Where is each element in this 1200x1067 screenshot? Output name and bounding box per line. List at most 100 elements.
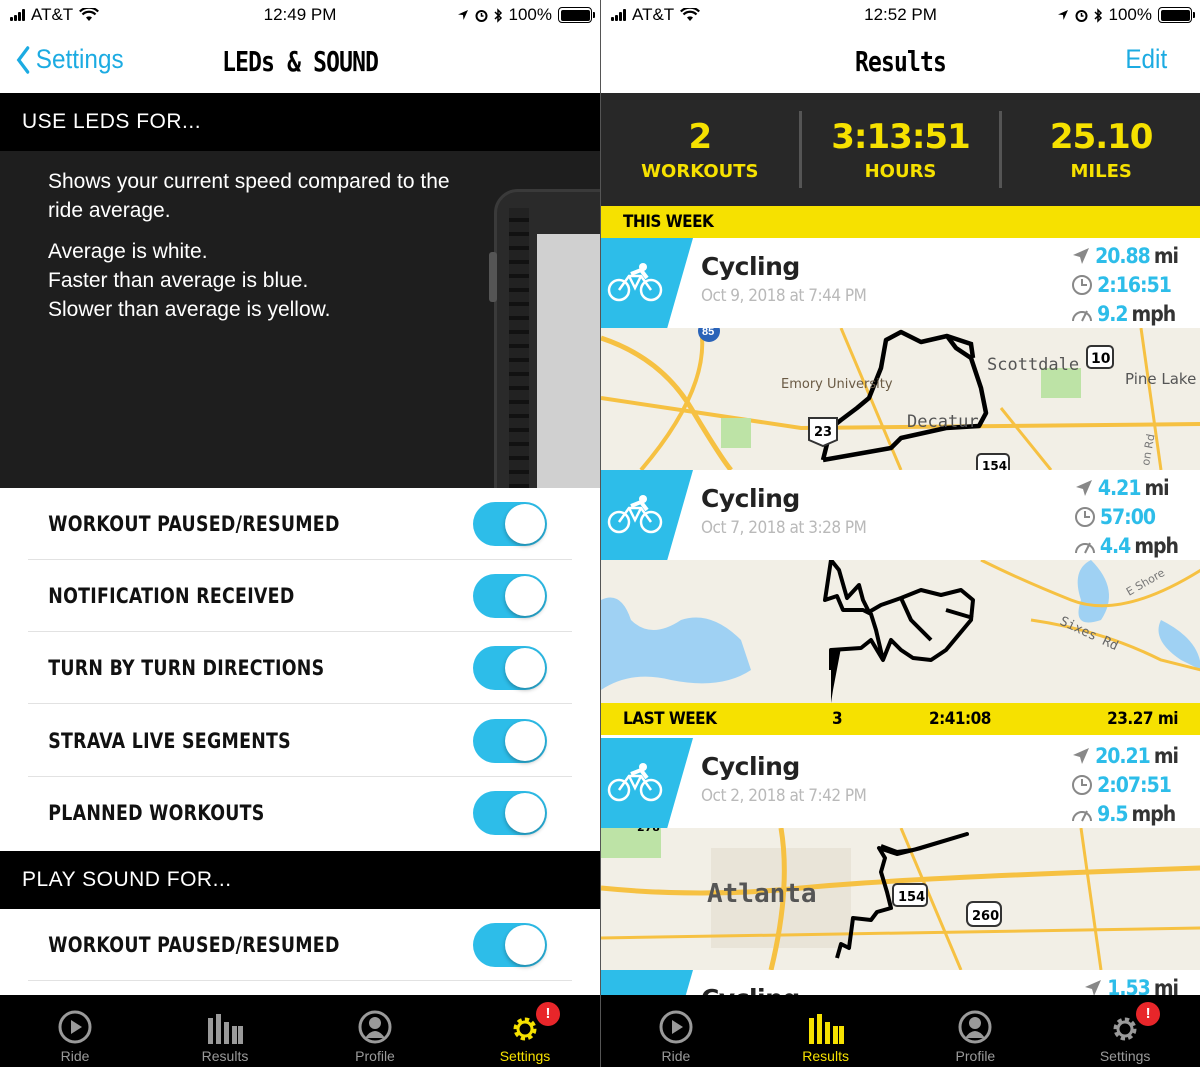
strava-live-toggle[interactable] xyxy=(473,718,547,763)
toggle-label: TURN BY TURN DIRECTIONS xyxy=(48,655,325,680)
distance-arrow-icon xyxy=(1073,247,1090,264)
edit-button[interactable]: Edit xyxy=(1126,44,1168,75)
week-label: LAST WEEK xyxy=(623,709,717,729)
wifi-icon xyxy=(680,8,701,21)
tab-ride[interactable]: Ride xyxy=(601,995,751,1067)
tab-results[interactable]: Results xyxy=(751,995,901,1067)
last-week-header: LAST WEEK 3 2:41:08 23.27 mi xyxy=(601,703,1200,735)
play-circle-icon xyxy=(58,1010,92,1044)
page-title: LEDs & SOUND xyxy=(221,45,379,78)
device-illustration xyxy=(489,189,600,488)
led-description: Shows your current speed compared to the… xyxy=(48,167,468,324)
notification-toggle[interactable] xyxy=(473,573,547,618)
clock-icon xyxy=(1072,774,1093,795)
use-leds-header: USE LEDS FOR... xyxy=(0,93,600,151)
workout-stats: 4.21 mi 57:00 4.4 mph xyxy=(1074,474,1179,559)
route-map[interactable]: 85 Emory University Scottdale 10 Pine La… xyxy=(601,328,1200,470)
tab-settings[interactable]: ! Settings xyxy=(1050,995,1200,1067)
route-map[interactable]: E Shore Sixes Rd xyxy=(601,560,1200,703)
tab-label: Settings xyxy=(499,1048,551,1064)
signal-icon xyxy=(10,9,25,21)
stat-duration: 2:16:51 xyxy=(1097,272,1172,297)
map-label: Atlanta xyxy=(707,879,817,909)
summary-value: 3:13:51 xyxy=(831,117,970,157)
tab-profile[interactable]: Profile xyxy=(901,995,1051,1067)
map-label: on Rd xyxy=(1139,433,1157,467)
gear-icon xyxy=(1113,1017,1137,1041)
play-sound-header: PLAY SOUND FOR... xyxy=(0,851,600,909)
led-description-panel: Shows your current speed compared to the… xyxy=(0,151,600,488)
battery-percent: 100% xyxy=(1108,5,1152,24)
stat-distance: 20.21 xyxy=(1095,743,1151,768)
stat-duration: 57:00 xyxy=(1099,504,1156,529)
results-screen: AT&T 12:52 PM 100% Results Edit 2 WORKOU… xyxy=(600,0,1200,1067)
back-label: Settings xyxy=(35,44,124,74)
workout-row[interactable]: Cycling Oct 9, 2018 at 7:44 PM 20.88 mi 2… xyxy=(601,238,1200,328)
workout-row[interactable]: Cycling Oct 7, 2018 at 3:28 PM 4.21 mi 57… xyxy=(601,470,1200,560)
tab-label: Profile xyxy=(355,1048,395,1064)
route-map[interactable]: Atlanta 154 260 278 xyxy=(601,828,1200,970)
map-label: 154 xyxy=(982,459,1007,470)
tab-profile[interactable]: Profile xyxy=(300,995,450,1067)
stat-distance: 4.21 xyxy=(1097,475,1142,500)
workout-date: Oct 7, 2018 at 3:28 PM xyxy=(701,518,867,538)
summary-label: MILES xyxy=(1070,161,1132,182)
status-bar: AT&T 12:49 PM 100% xyxy=(0,0,600,30)
map-label: 85 xyxy=(702,328,714,338)
battery-icon xyxy=(1158,7,1195,23)
summary-value: 25.10 xyxy=(1049,117,1154,157)
summary-value: 2 xyxy=(688,117,713,157)
bicycle-icon xyxy=(607,763,663,802)
workout-row[interactable]: Cycling 1.53mi xyxy=(601,970,1200,997)
stat-unit: mi xyxy=(1153,743,1179,768)
bar-chart-icon xyxy=(208,1014,243,1044)
workout-paused-toggle[interactable] xyxy=(473,501,547,546)
page-title: Results xyxy=(854,45,947,78)
bar-chart-icon xyxy=(808,1014,844,1044)
tab-bar: Ride Results Profile ! Settings xyxy=(601,995,1200,1067)
stat-unit: mi xyxy=(1153,975,1179,998)
profile-icon xyxy=(358,1010,392,1044)
map-label: E Shore xyxy=(1124,566,1167,598)
stat-duration: 2:07:51 xyxy=(1097,772,1172,797)
notification-badge: ! xyxy=(536,1002,560,1026)
carrier-label: AT&T xyxy=(632,5,675,24)
stat-unit: mph xyxy=(1131,301,1177,326)
tab-bar: Ride Results Profile ! Settings xyxy=(0,995,600,1067)
summary-workouts: 2 WORKOUTS xyxy=(601,111,802,188)
tab-ride[interactable]: Ride xyxy=(0,995,150,1067)
nav-bar: Results Edit xyxy=(601,30,1200,93)
workout-row[interactable]: Cycling Oct 2, 2018 at 7:42 PM 20.21 mi 2… xyxy=(601,738,1200,828)
stat-unit: mph xyxy=(1131,801,1177,826)
planned-workouts-toggle[interactable] xyxy=(473,791,547,835)
summary-miles: 25.10 MILES xyxy=(1002,111,1200,188)
turn-by-turn-toggle[interactable] xyxy=(473,645,547,690)
bicycle-icon xyxy=(607,495,663,534)
stat-speed: 9.5 xyxy=(1097,801,1128,826)
toggle-label: STRAVA LIVE SEGMENTS xyxy=(48,728,291,753)
map-label: 10 xyxy=(1091,351,1111,367)
speedometer-icon xyxy=(1074,542,1095,553)
gear-icon xyxy=(513,1017,537,1041)
workout-stats: 1.53 mi xyxy=(1083,974,1179,998)
distance-arrow-icon xyxy=(1073,747,1090,764)
summary-panel: 2 WORKOUTS 3:13:51 HOURS 25.10 MILES xyxy=(601,93,1200,206)
toggle-row: TURN BY TURN DIRECTIONS xyxy=(28,632,572,704)
back-button[interactable]: Settings xyxy=(16,44,124,75)
map-label: Emory University xyxy=(781,377,893,392)
stat-unit: mph xyxy=(1134,533,1179,558)
tab-settings[interactable]: ! Settings xyxy=(450,995,600,1067)
location-arrow-icon xyxy=(1057,10,1068,20)
led-desc-line: Faster than average is blue. xyxy=(48,269,309,292)
bluetooth-icon xyxy=(1093,7,1102,23)
workout-stats: 20.21 mi 2:07:51 9.5 mph xyxy=(1071,742,1179,827)
map-label: 23 xyxy=(814,425,832,440)
profile-icon xyxy=(958,1010,992,1044)
toggle-row: WORKOUT PAUSED/RESUMED xyxy=(28,488,572,560)
leds-sound-screen: AT&T 12:49 PM 100% Settings LEDs & SOUND… xyxy=(0,0,600,1067)
sound-workout-paused-toggle[interactable] xyxy=(473,922,547,967)
led-desc-line: Slower than average is yellow. xyxy=(48,298,331,321)
stat-unit: mi xyxy=(1153,243,1179,268)
tab-results[interactable]: Results xyxy=(150,995,300,1067)
battery-percent: 100% xyxy=(508,5,552,24)
